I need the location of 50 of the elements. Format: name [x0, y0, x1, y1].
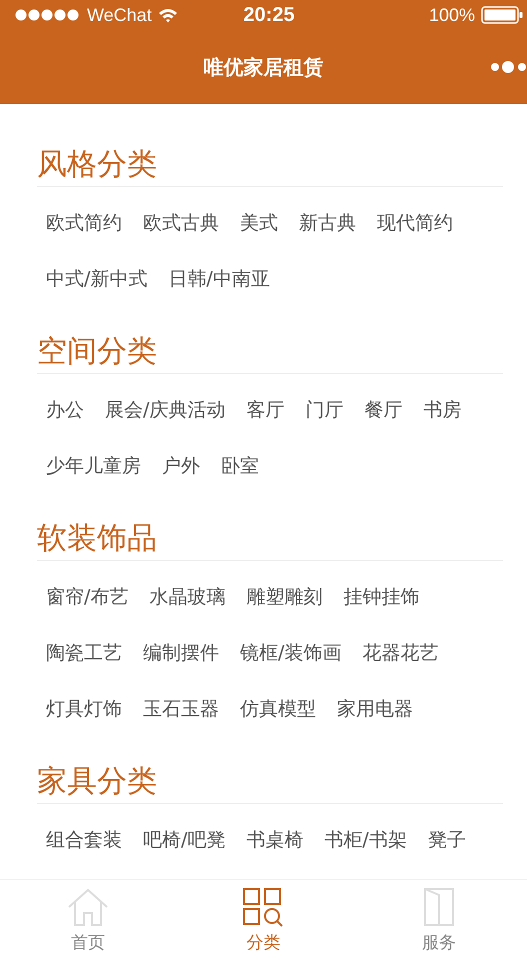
category-grid-icon [241, 886, 286, 926]
clock-time: 20:25 [243, 4, 295, 26]
category-link[interactable]: 窗帘/布艺 [46, 569, 128, 625]
section-title: 家具分类 [37, 761, 503, 804]
category-link[interactable]: 挂钟挂饰 [343, 569, 420, 625]
category-link[interactable]: 吧椅/吧凳 [143, 812, 226, 868]
section-title: 空间分类 [37, 331, 503, 374]
category-link[interactable]: 客厅 [246, 382, 284, 438]
category-link[interactable]: 办公 [46, 382, 84, 438]
category-link[interactable]: 少年儿童房 [46, 438, 141, 494]
category-link[interactable]: 现代简约 [377, 195, 453, 251]
home-icon [66, 886, 110, 926]
category-link[interactable]: 陶瓷工艺 [46, 625, 122, 681]
category-link[interactable]: 书房 [423, 382, 462, 438]
category-link[interactable]: 组合套装 [46, 812, 122, 868]
category-link[interactable]: 镜框/装饰画 [240, 625, 342, 681]
category-link[interactable]: 户外 [162, 438, 200, 494]
category-link[interactable]: 玉石玉器 [143, 681, 219, 737]
section-title: 风格分类 [37, 144, 503, 187]
category-link[interactable]: 展会/庆典活动 [105, 382, 226, 438]
battery-icon [481, 6, 523, 24]
category-link[interactable]: 仿真模型 [240, 681, 316, 737]
battery-percent: 100% [428, 4, 475, 26]
category-link[interactable]: 灯具灯饰 [46, 681, 122, 737]
category-link[interactable]: 餐厅 [364, 382, 402, 438]
category-link[interactable]: 日韩/中南亚 [168, 251, 270, 307]
more-icon[interactable] [491, 60, 527, 74]
category-link[interactable]: 中式/新中式 [46, 251, 148, 307]
section-title: 软装饰品 [37, 518, 503, 561]
category-link[interactable]: 凳子 [428, 812, 466, 868]
category-link[interactable]: 门厅 [305, 382, 344, 438]
carrier-text: WeChat [87, 4, 152, 26]
tab-item[interactable]: 首页 [38, 886, 138, 954]
category-link[interactable]: 欧式古典 [143, 195, 219, 251]
category-link[interactable]: 编制摆件 [143, 625, 219, 681]
category-link[interactable]: 花器花艺 [362, 625, 438, 681]
category-link[interactable]: 新古典 [299, 195, 356, 251]
category-link[interactable]: 卧室 [221, 438, 259, 494]
category-link[interactable]: 水晶玻璃 [149, 569, 226, 625]
category-link[interactable]: 雕塑雕刻 [246, 569, 322, 625]
category-link[interactable]: 家用电器 [337, 681, 413, 737]
tab-item[interactable]: 服务 [389, 886, 490, 954]
tab-item[interactable]: 分类 [213, 886, 314, 954]
category-link[interactable]: 书柜/书架 [324, 812, 407, 868]
nav-title: 唯优家居租赁 [204, 54, 324, 80]
category-link[interactable]: 欧式简约 [46, 195, 122, 251]
category-link[interactable]: 美式 [240, 195, 278, 251]
signal-icon [15, 9, 81, 21]
wifi-icon [158, 8, 178, 22]
category-link[interactable]: 书桌椅 [246, 812, 304, 868]
